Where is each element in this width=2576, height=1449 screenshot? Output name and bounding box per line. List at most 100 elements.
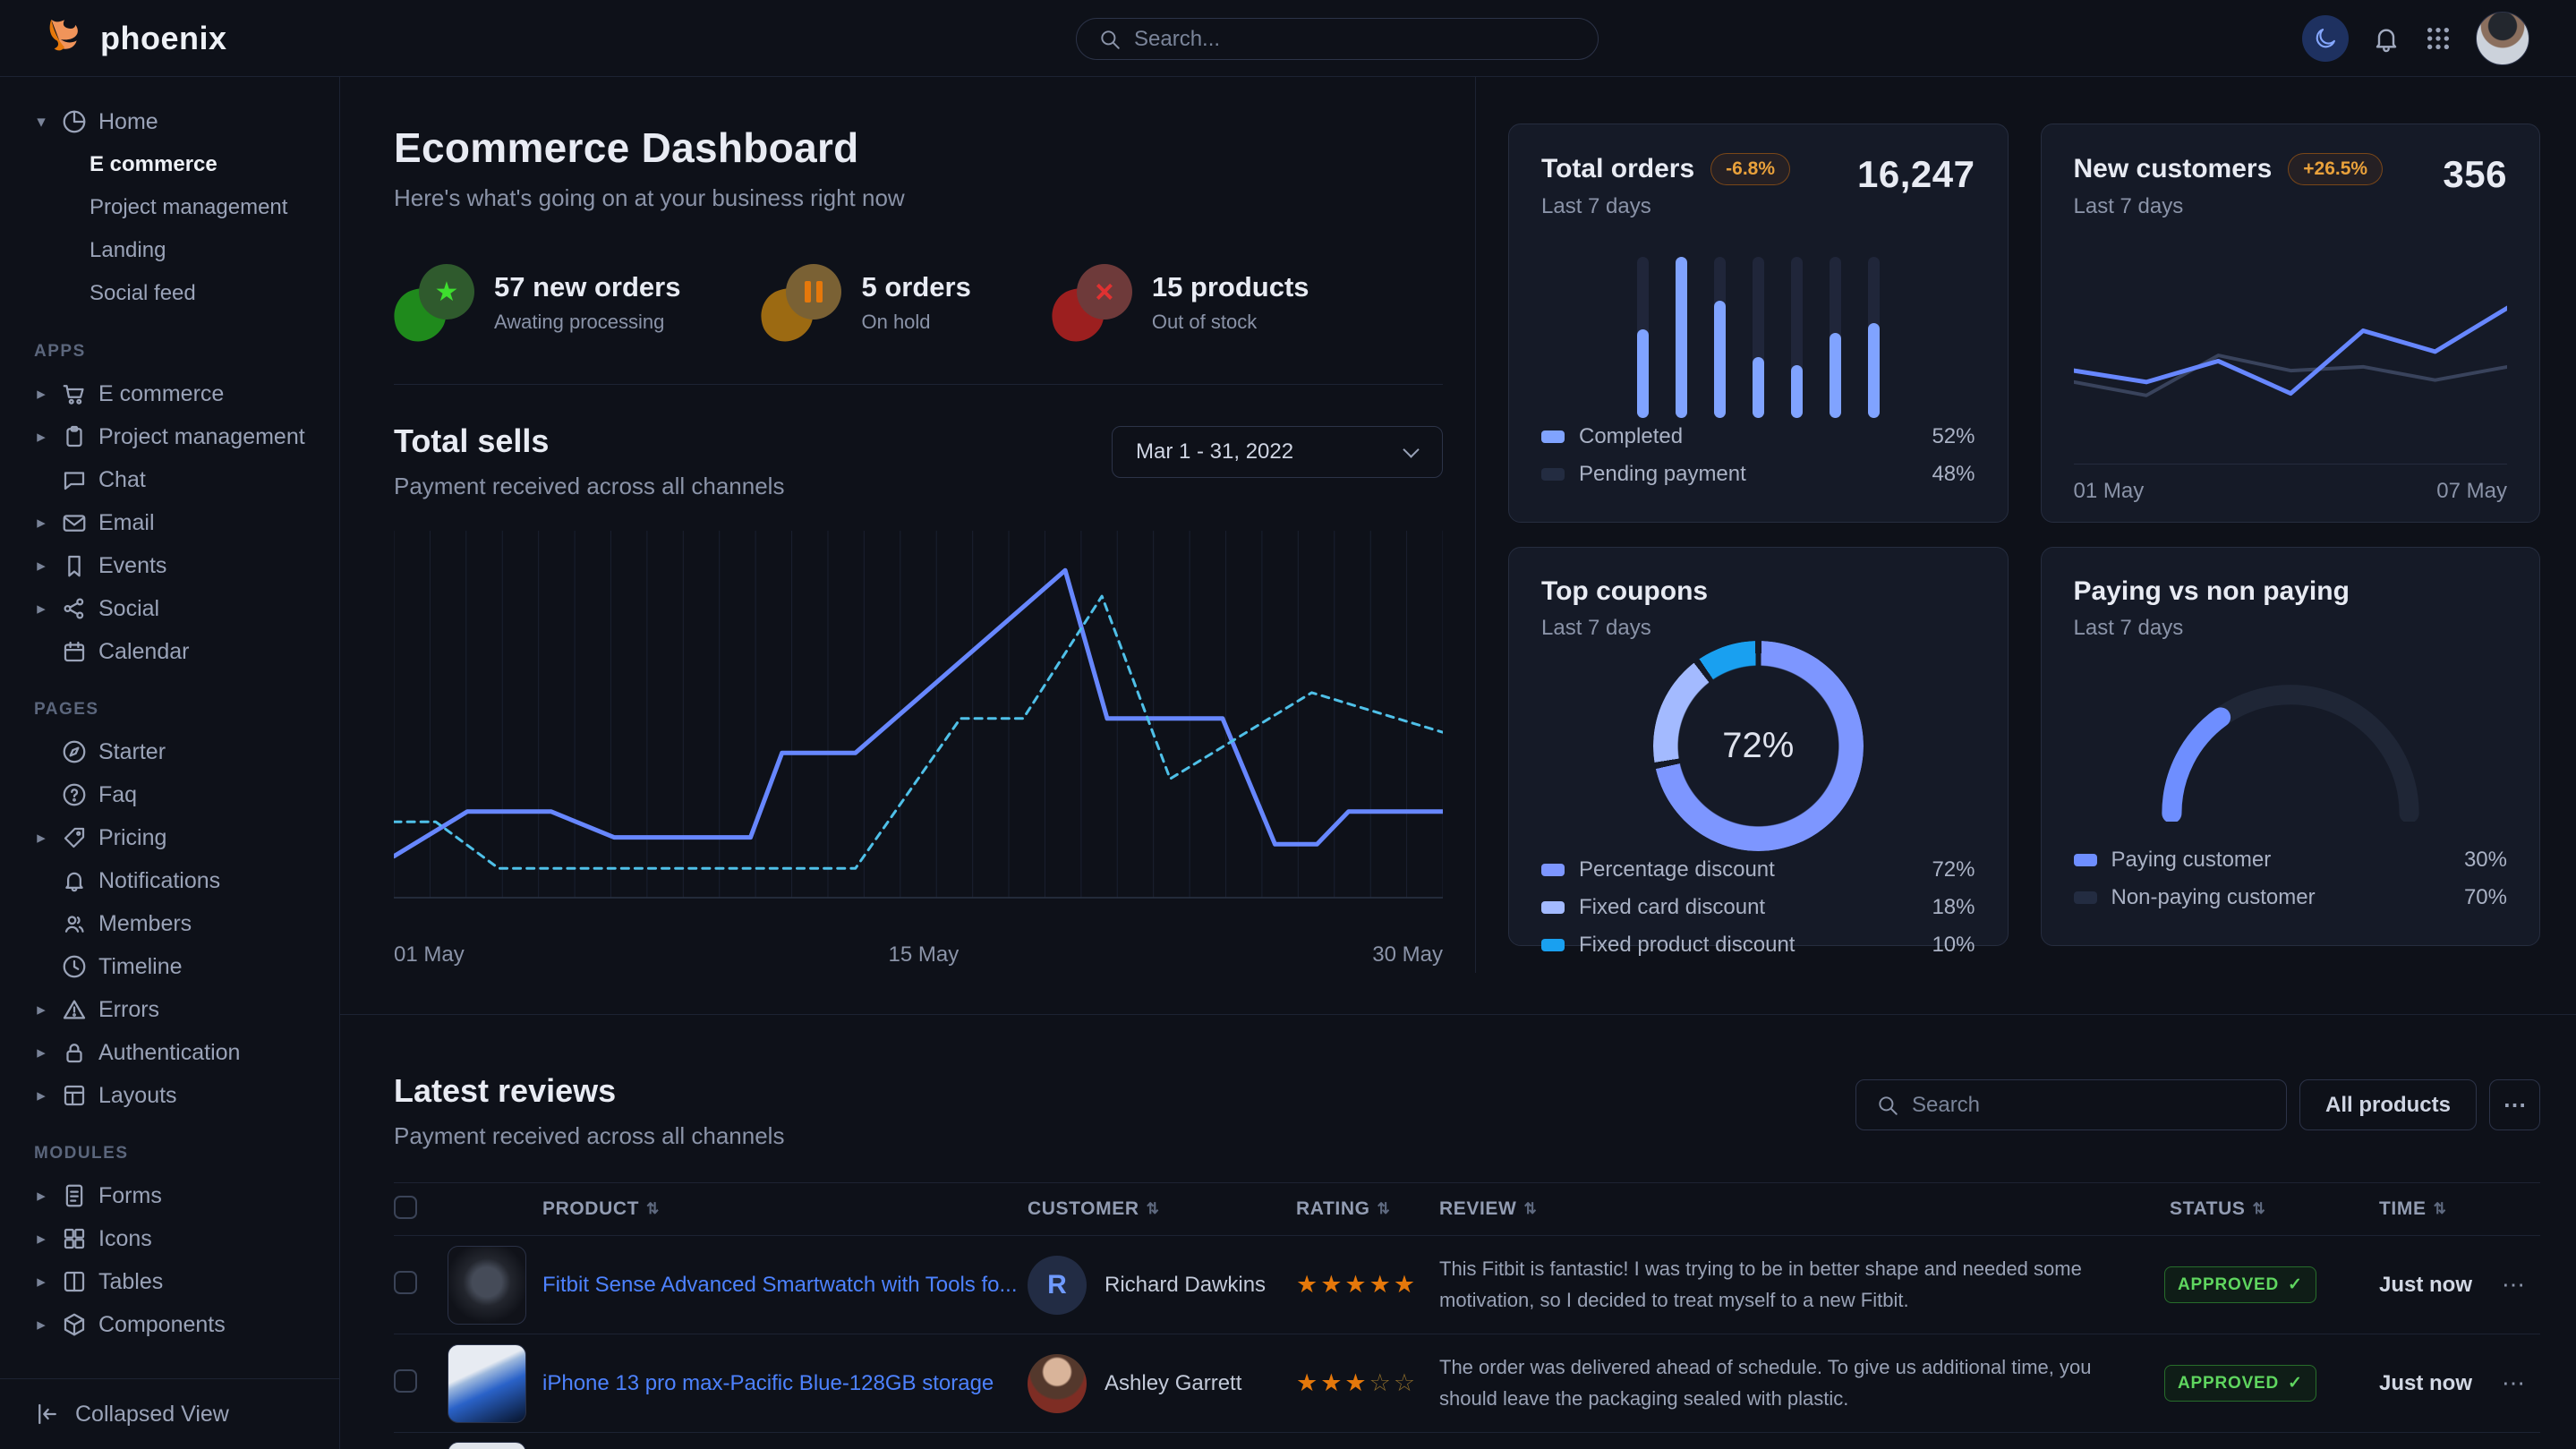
total-orders-bar-chart [1541,257,1975,418]
sidebar-item-components[interactable]: ▸Components [32,1303,339,1346]
column-header-product[interactable]: PRODUCT⇅ [448,1198,1028,1220]
sidebar-item-tables[interactable]: ▸Tables [32,1260,339,1303]
sidebar-item-e-commerce[interactable]: ▸E commerce [32,372,339,415]
sidebar-item-project-management[interactable]: Project management [32,186,339,229]
new-customers-period: Last 7 days [2074,194,2384,219]
sidebar-item-notifications[interactable]: Notifications [32,859,339,902]
sidebar-item-starter[interactable]: Starter [32,730,339,773]
stat-value: 5 orders [861,271,970,303]
product-link[interactable]: Fitbit Sense Advanced Smartwatch with To… [542,1270,1017,1300]
row-checkbox[interactable] [394,1271,417,1294]
paying-legend: Paying customer 30% Non-paying customer … [2074,841,2508,916]
sidebar-item-landing[interactable]: Landing [32,229,339,272]
order-bar [1791,257,1803,418]
total-orders-period: Last 7 days [1541,194,1790,219]
column-header-review[interactable]: REVIEW⇅ [1439,1198,2164,1220]
rating-stars: ★★★☆☆ [1296,1369,1439,1397]
total-sells-title: Total sells [394,422,784,460]
legend-row-pending-payment: Pending payment 48% [1541,456,1975,493]
sidebar-item-timeline[interactable]: Timeline [32,945,339,988]
stats-divider [394,384,1443,385]
sidebar-item-email[interactable]: ▸Email [32,501,339,544]
top-navbar: phoenix [0,0,2576,77]
sidebar-item-faq[interactable]: Faq [32,773,339,816]
reviews-search-input[interactable] [1912,1093,2266,1118]
sort-icon: ⇅ [646,1200,660,1218]
sidebar-item-home[interactable]: ▾Home [32,100,339,143]
page-title: Ecommerce Dashboard [394,124,1443,172]
envelope-icon [61,509,88,536]
sidebar-item-label: Social [98,596,159,622]
review-time: Just now [2361,1371,2486,1396]
new-customers-card: New customers +26.5% Last 7 days 356 01 … [2041,124,2541,523]
sidebar-item-label: Chat [98,467,146,493]
stat-icon [761,264,841,341]
sidebar-item-members[interactable]: Members [32,902,339,945]
brand-logo[interactable]: phoenix [41,15,227,62]
caret-right-icon: ▸ [32,828,50,848]
box-icon [61,1311,88,1338]
new-customers-x-axis: 01 May 07 May [2074,464,2508,504]
sidebar-item-social-feed[interactable]: Social feed [32,272,339,315]
total-sells-chart [394,531,1443,933]
apps-grid-button[interactable] [2424,24,2452,53]
x-icon: × [1095,273,1113,311]
row-more-button[interactable]: ⋯ [2486,1271,2540,1299]
sidebar-item-label: Icons [98,1226,152,1252]
sidebar-item-label: Timeline [98,954,183,980]
paying-gauge-chart [2138,661,2443,822]
quick-stats: ★ 57 new orders Awating processing 5 ord… [394,264,1443,341]
column-header-time[interactable]: TIME⇅ [2361,1198,2486,1220]
collapsed-view-toggle[interactable]: Collapsed View [0,1378,339,1449]
notifications-button[interactable] [2372,24,2401,53]
order-bar [1830,257,1841,418]
user-avatar[interactable] [2476,12,2529,65]
select-all-checkbox[interactable] [394,1196,417,1219]
row-more-button[interactable]: ⋯ [2486,1369,2540,1397]
sidebar-item-pricing[interactable]: ▸Pricing [32,816,339,859]
total-orders-badge: -6.8% [1710,153,1790,185]
stat-value: 15 products [1152,271,1309,303]
sidebar-item-icons[interactable]: ▸Icons [32,1217,339,1260]
theme-toggle-button[interactable] [2302,15,2349,62]
sidebar-item-e-commerce[interactable]: E commerce [32,143,339,186]
all-products-button[interactable]: All products [2299,1079,2477,1130]
column-header-customer[interactable]: CUSTOMER⇅ [1028,1198,1296,1220]
legend-swatch [1541,430,1565,443]
reviews-more-button[interactable]: ⋯ [2489,1079,2540,1130]
phoenix-logo-icon [41,15,88,62]
sidebar-item-authentication[interactable]: ▸Authentication [32,1031,339,1074]
warning-icon [61,996,88,1023]
column-header-status[interactable]: STATUS⇅ [2164,1198,2361,1220]
sidebar-item-calendar[interactable]: Calendar [32,630,339,673]
pause-icon [805,281,823,303]
reviews-table-header: PRODUCT⇅CUSTOMER⇅RATING⇅REVIEW⇅STATUS⇅TI… [394,1182,2540,1236]
columns-icon [61,1268,88,1295]
status-badge: APPROVED ✓ [2164,1266,2316,1303]
moon-icon [2313,26,2338,51]
sort-icon: ⇅ [1378,1200,1391,1218]
caret-right-icon: ▸ [32,556,50,576]
column-header-rating[interactable]: RATING⇅ [1296,1198,1439,1220]
sidebar-item-events[interactable]: ▸Events [32,544,339,587]
legend-swatch [1541,864,1565,876]
product-link[interactable]: iPhone 13 pro max-Pacific Blue-128GB sto… [542,1368,994,1399]
latest-reviews-section: Latest reviews Payment received across a… [340,1015,2576,1449]
reviews-table: PRODUCT⇅CUSTOMER⇅RATING⇅REVIEW⇅STATUS⇅TI… [394,1182,2540,1449]
sidebar-item-label: Forms [98,1183,162,1209]
new-customers-line-chart [2074,243,2508,464]
sidebar-item-social[interactable]: ▸Social [32,587,339,630]
row-checkbox[interactable] [394,1369,417,1393]
nav-section-modules: MODULES [34,1144,339,1163]
global-search-input[interactable] [1134,27,1576,52]
customer-name: Ashley Garrett [1105,1371,1241,1396]
sort-icon: ⇅ [1147,1200,1160,1218]
sidebar-item-project-management[interactable]: ▸Project management [32,415,339,458]
date-range-select[interactable]: Mar 1 - 31, 2022 [1112,426,1443,478]
sidebar-item-errors[interactable]: ▸Errors [32,988,339,1031]
sidebar-item-forms[interactable]: ▸Forms [32,1174,339,1217]
sidebar-item-chat[interactable]: Chat [32,458,339,501]
legend-row-completed: Completed 52% [1541,418,1975,456]
sidebar-item-layouts[interactable]: ▸Layouts [32,1074,339,1117]
legend-swatch [2074,854,2097,866]
